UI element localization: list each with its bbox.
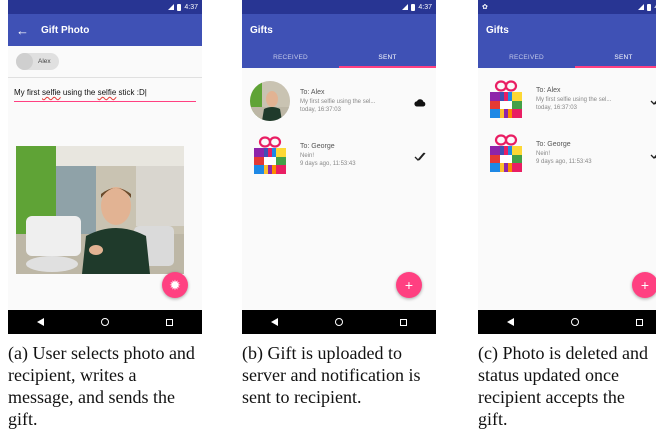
phone-screen-gifts-accepted: ✿ 4:37 Gifts RECEIVED SENT To: Alex My f…: [478, 0, 656, 334]
tab-bar: RECEIVED SENT: [242, 46, 436, 68]
message-text-part: using the: [60, 88, 98, 97]
message-input[interactable]: My first selfie using the selfie stick :…: [14, 88, 196, 102]
gift-message: My first selfie using the sel...: [536, 96, 612, 103]
double-check-icon: [650, 146, 656, 164]
gift-box-icon: [488, 134, 524, 173]
gift-time: today, 16:37:03: [300, 106, 341, 113]
send-gift-button[interactable]: ✹: [162, 272, 188, 298]
recipient-field[interactable]: Alex: [8, 46, 202, 78]
gift-box-icon: [488, 80, 524, 119]
gift-recipient: To: Alex: [536, 86, 561, 94]
caption-b: (b) Gift is uploaded to server and notif…: [242, 343, 421, 407]
list-item[interactable]: To: George Nein! 9 days ago, 11:53:43: [478, 126, 656, 180]
page-title: Gifts: [250, 24, 273, 36]
gift-time: 9 days ago, 11:53:43: [536, 158, 592, 165]
gift-photo-thumbnail: [250, 81, 290, 121]
nav-home-icon[interactable]: [100, 318, 109, 326]
gift-time: 9 days ago, 11:53:43: [300, 160, 356, 167]
gift-message: Nein!: [300, 152, 315, 159]
nav-recent-apps-icon[interactable]: [166, 318, 174, 326]
status-bar: 4:37: [242, 0, 436, 14]
message-text-part: stick :D|: [116, 88, 147, 97]
nav-recent-apps-icon[interactable]: [636, 318, 644, 326]
add-gift-button[interactable]: +: [396, 272, 422, 298]
gift-recipient: To: George: [536, 140, 571, 148]
phone-screen-gift-photo: 4:37 ← Gift Photo Alex My first selfie u…: [8, 0, 202, 334]
recipient-chip[interactable]: Alex: [16, 53, 59, 70]
app-bar: Gifts RECEIVED SENT: [242, 14, 436, 68]
tab-sent[interactable]: SENT: [575, 46, 656, 68]
battery-icon: [411, 3, 416, 11]
app-bar: Gifts RECEIVED SENT: [478, 14, 656, 68]
double-check-icon: [414, 148, 426, 166]
navigation-bar: [478, 310, 656, 334]
battery-icon: [647, 3, 652, 11]
message-text-part: My first: [14, 88, 42, 97]
gift-recipient: To: Alex: [300, 88, 325, 96]
selected-photo[interactable]: [16, 146, 184, 274]
plus-icon: +: [404, 277, 414, 293]
tab-received[interactable]: RECEIVED: [478, 46, 575, 68]
gift-time: today, 16:37:03: [536, 104, 577, 111]
nav-recent-apps-icon[interactable]: [400, 318, 408, 326]
list-item[interactable]: To: George Nein! 9 days ago, 11:53:43: [242, 128, 436, 182]
navigation-bar: [8, 310, 202, 334]
tab-sent[interactable]: SENT: [339, 46, 436, 68]
battery-icon: [177, 3, 182, 11]
tab-received[interactable]: RECEIVED: [242, 46, 339, 68]
phone-screen-gifts-uploaded: 4:37 Gifts RECEIVED SENT To: Alex My fir…: [242, 0, 436, 334]
notification-icon: ✿: [482, 4, 488, 11]
signal-icon: [168, 4, 175, 10]
list-item[interactable]: To: Alex My first selfie using the sel..…: [242, 74, 436, 128]
status-bar: ✿ 4:37: [478, 0, 656, 14]
list-item[interactable]: To: Alex My first selfie using the sel..…: [478, 72, 656, 126]
message-misspelled-word: selfie: [42, 88, 61, 97]
nav-back-icon[interactable]: [36, 318, 44, 326]
page-title: Gifts: [486, 24, 509, 36]
nav-home-icon[interactable]: [570, 318, 579, 326]
navigation-bar: [242, 310, 436, 334]
avatar: [16, 53, 33, 70]
nav-back-icon[interactable]: [506, 318, 514, 326]
plus-icon: +: [640, 277, 650, 293]
caption-a: (a) User selects photo and recipient, wr…: [8, 343, 195, 429]
gift-message: Nein!: [536, 150, 551, 157]
page-title: Gift Photo: [41, 24, 90, 36]
signal-icon: [638, 4, 645, 10]
tab-bar: RECEIVED SENT: [478, 46, 656, 68]
cloud-icon: [414, 94, 426, 112]
app-bar: ← Gift Photo: [8, 14, 202, 46]
message-misspelled-word: selfie: [97, 88, 117, 97]
gift-send-icon: ✹: [169, 276, 181, 293]
signal-icon: [402, 4, 409, 10]
gift-box-icon: [252, 136, 288, 175]
caption-c: (c) Photo is deleted and status updated …: [478, 343, 648, 429]
double-check-icon: [650, 92, 656, 110]
nav-home-icon[interactable]: [334, 318, 343, 326]
add-gift-button[interactable]: +: [632, 272, 656, 298]
recipient-chip-label: Alex: [38, 58, 51, 65]
nav-back-icon[interactable]: [270, 318, 278, 326]
gift-message: My first selfie using the sel...: [300, 98, 376, 105]
gift-recipient: To: George: [300, 142, 335, 150]
status-time: 4:37: [418, 3, 432, 11]
status-bar: 4:37: [8, 0, 202, 14]
status-time: 4:37: [184, 3, 198, 11]
back-arrow-icon[interactable]: ←: [16, 23, 29, 38]
